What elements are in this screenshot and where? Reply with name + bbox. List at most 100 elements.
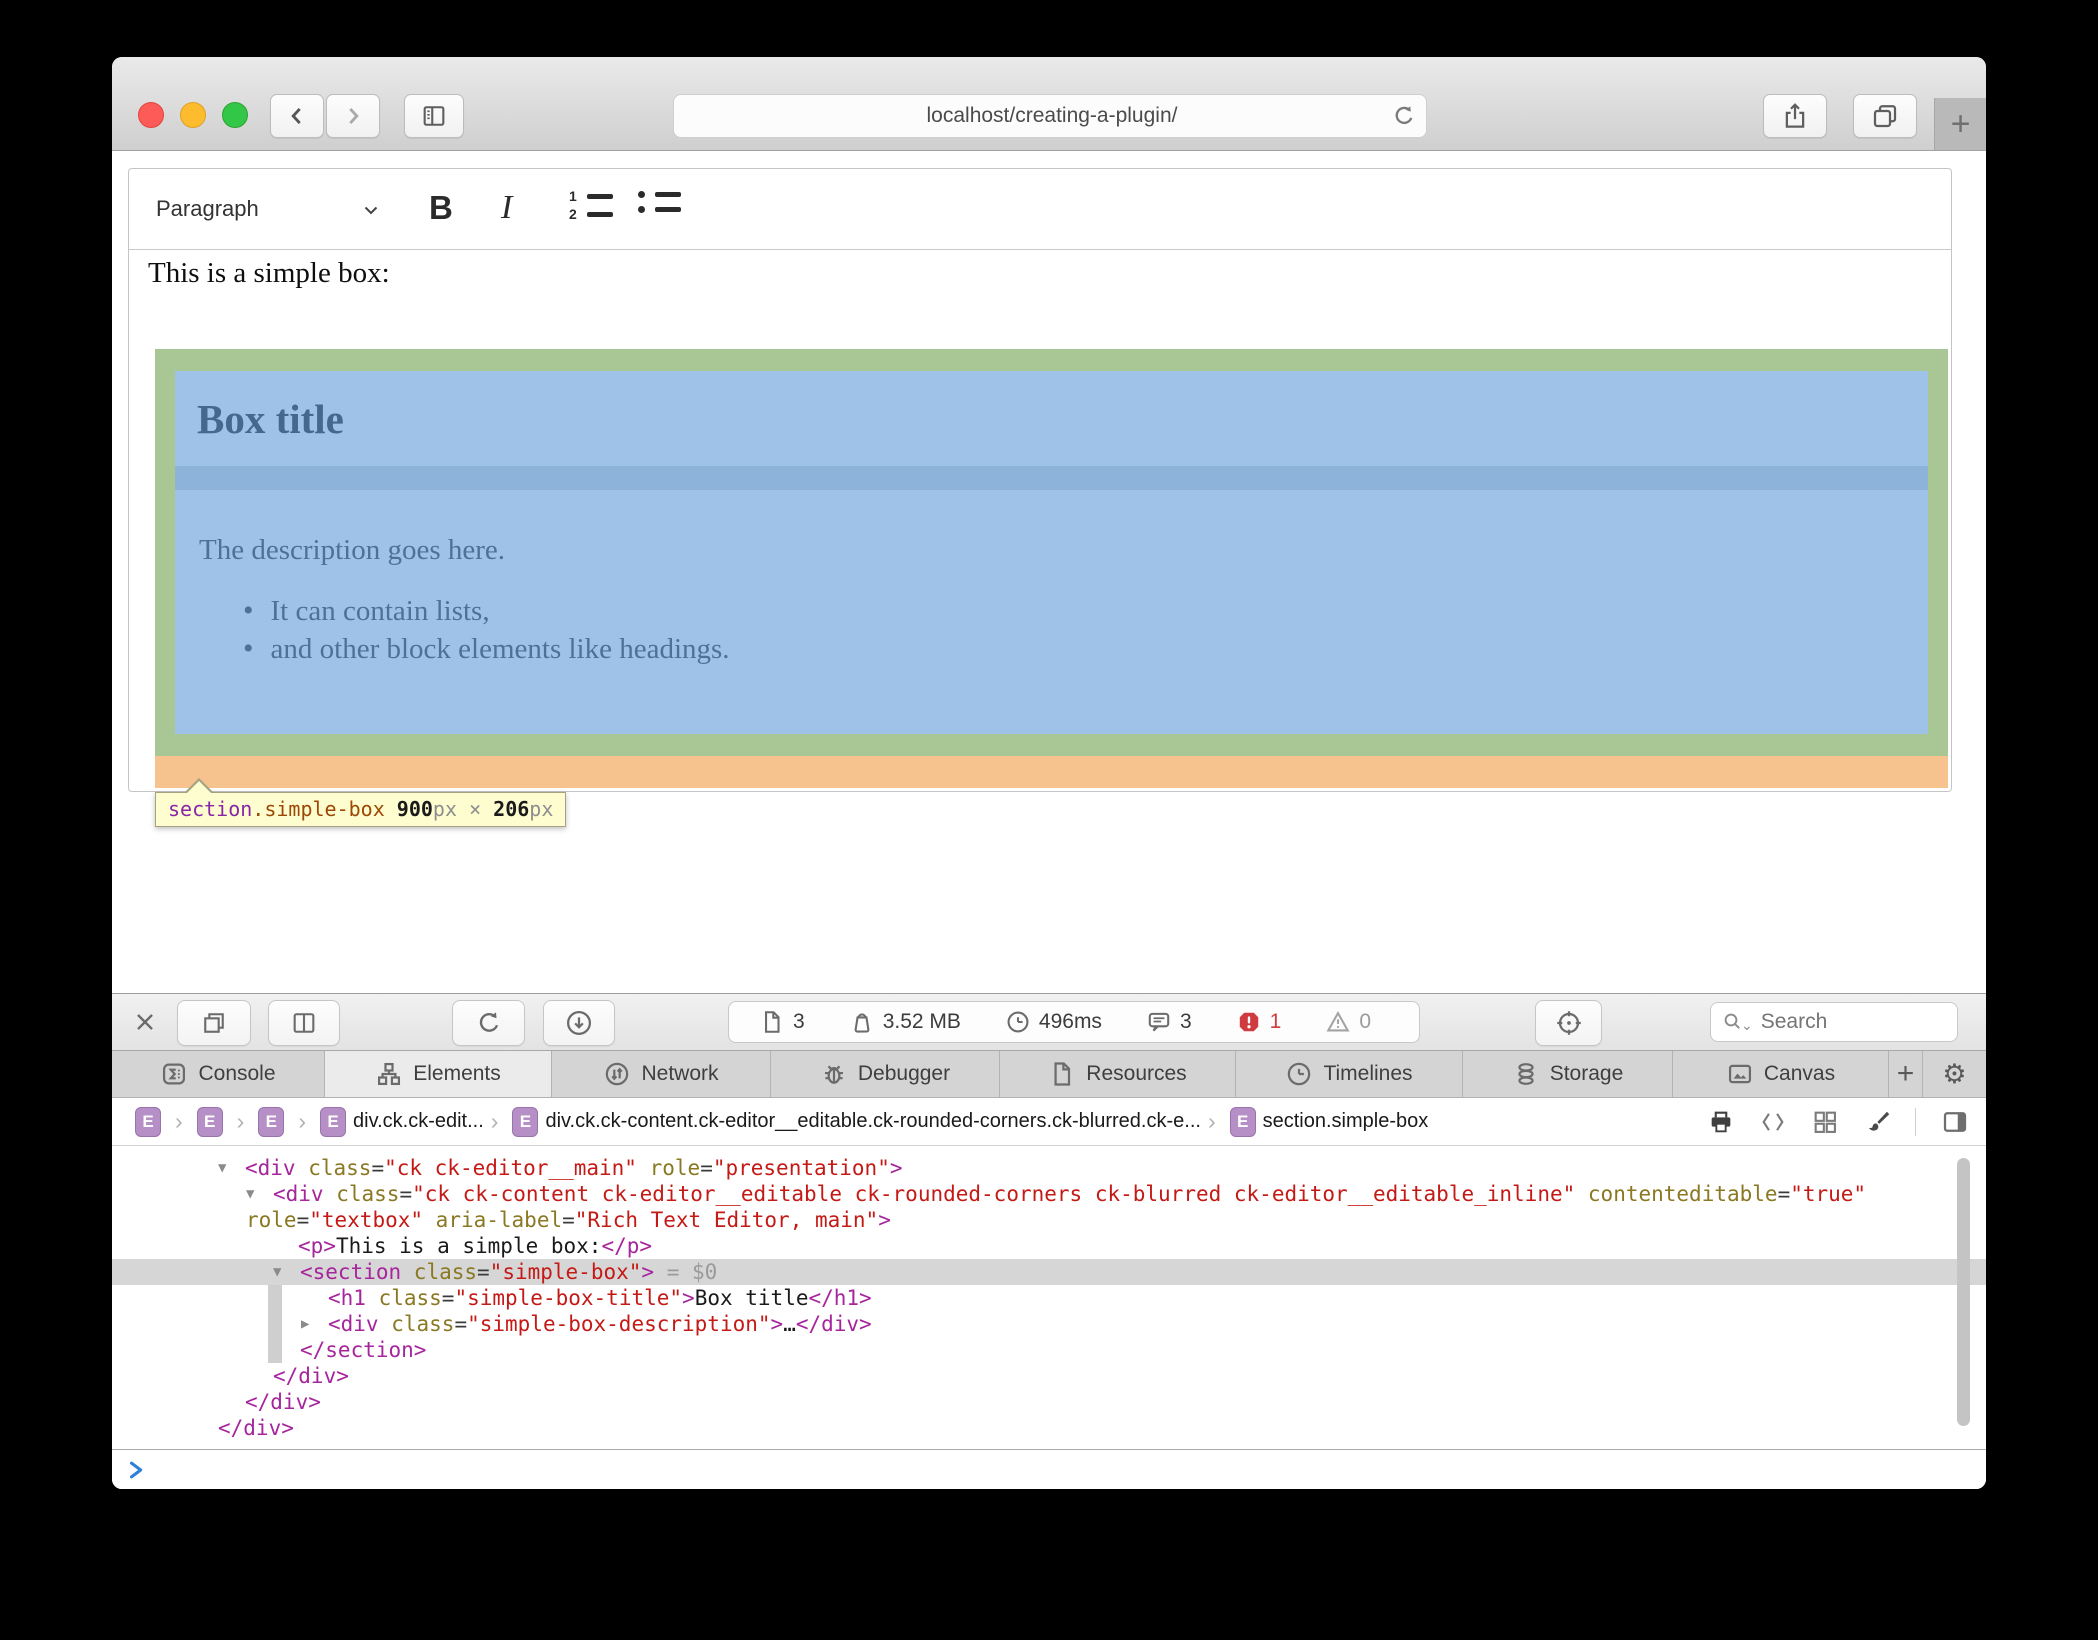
document-badge[interactable]: 3 <box>759 1009 805 1035</box>
tab-debugger[interactable]: Debugger <box>771 1051 1000 1097</box>
tab-console[interactable]: Console <box>112 1051 325 1097</box>
tab-network[interactable]: Network <box>552 1051 771 1097</box>
desktop: { "colors":{ "highlight_padding_green":"… <box>0 0 2098 1640</box>
intro-paragraph[interactable]: This is a simple box: <box>148 257 390 290</box>
search-input[interactable] <box>1759 1009 1923 1035</box>
sidebar-toggle-button[interactable] <box>404 94 464 138</box>
chevron-right-icon: › <box>298 1108 306 1135</box>
reload-icon[interactable] <box>1390 102 1418 130</box>
element-badge-icon: E <box>1230 1107 1256 1137</box>
tab-storage[interactable]: Storage <box>1463 1051 1673 1097</box>
paragraph-dropdown[interactable]: Paragraph <box>156 169 259 249</box>
weight-badge[interactable]: 3.52 MB <box>849 1009 961 1035</box>
inspector-settings-button[interactable]: ⚙ <box>1923 1051 1986 1097</box>
tab-canvas[interactable]: Canvas <box>1673 1051 1889 1097</box>
dom-tree-row[interactable]: </div> <box>112 1363 1986 1389</box>
dom-tree[interactable]: ▼<div class="ck ck-editor__main" role="p… <box>112 1146 1986 1449</box>
syntax-tag: </div> <box>218 1416 294 1440</box>
box-list-item[interactable]: It can contain lists, <box>243 592 730 630</box>
download-icon <box>564 1008 594 1038</box>
code-brackets-button[interactable] <box>1759 1108 1787 1136</box>
clock-badge[interactable]: 496ms <box>1005 1009 1102 1035</box>
syntax-tag: > <box>890 1156 903 1180</box>
inspect-highlight-title-block: Box title <box>175 371 1928 466</box>
disclosure-open-icon[interactable]: ▼ <box>218 1155 226 1181</box>
address-bar[interactable] <box>673 94 1427 138</box>
tab-resources[interactable]: Resources <box>1000 1051 1236 1097</box>
inspector-reload-button[interactable] <box>452 1000 525 1046</box>
show-tabs-button[interactable] <box>1853 94 1917 138</box>
share-button[interactable] <box>1763 94 1827 138</box>
breadcrumb-item[interactable]: section.simple-box <box>1263 1110 1429 1133</box>
syntax-val: "true" <box>1790 1182 1866 1206</box>
disclosure-open-icon[interactable]: ▼ <box>273 1259 281 1285</box>
box-list-item[interactable]: and other block elements like headings. <box>243 630 730 668</box>
dom-tree-row[interactable]: ▼<div class="ck ck-content ck-editor__ed… <box>112 1181 1986 1207</box>
dom-tree-row[interactable]: <p>This is a simple box:</p> <box>112 1233 1986 1259</box>
breadcrumb-item[interactable]: div.ck.ck-content.ck-editor__editable.ck… <box>545 1110 1200 1133</box>
download-page-button[interactable] <box>543 1000 615 1046</box>
inspector-search-field[interactable]: ⌄ <box>1710 1002 1958 1042</box>
box-description[interactable]: The description goes here. <box>199 534 505 567</box>
chevron-right-icon: › <box>1208 1108 1216 1135</box>
inspector-toolbar: 3 3.52 MB 496ms 3 1 0 ⌄ <box>112 994 1986 1050</box>
search-options-chevron-icon[interactable]: ⌄ <box>1741 1017 1753 1034</box>
detach-inspector-button[interactable] <box>177 1000 251 1046</box>
close-window-button[interactable] <box>138 102 164 128</box>
dom-tree-row[interactable]: </div> <box>112 1415 1986 1441</box>
dom-tree-row[interactable]: ▼<section class="simple-box"> = $0 <box>112 1259 1986 1285</box>
print-styles-button[interactable] <box>1707 1108 1735 1136</box>
breadcrumb-item[interactable]: div.ck.ck-edit... <box>353 1110 484 1133</box>
warning-badge[interactable]: 0 <box>1325 1009 1371 1035</box>
chevron-left-icon <box>284 103 310 129</box>
syntax-eq: = <box>399 1182 412 1206</box>
resources-icon <box>1048 1060 1076 1088</box>
syntax-attr: class <box>366 1286 442 1310</box>
element-badge-icon: E <box>197 1107 223 1137</box>
details-sidebar-toggle[interactable] <box>1940 1107 1970 1137</box>
grid-overlay-button[interactable] <box>1811 1108 1839 1136</box>
tab-label: Elements <box>413 1062 501 1086</box>
dom-tree-row[interactable]: </section> <box>112 1337 1986 1363</box>
editor-toolbar: Paragraph B I 1 2 <box>129 169 1951 250</box>
box-title[interactable]: Box title <box>197 395 344 443</box>
numbered-list-button[interactable]: 1 2 <box>569 191 613 219</box>
dom-tree-row[interactable]: ▼<div class="ck ck-editor__main" role="p… <box>112 1155 1986 1181</box>
tab-timelines[interactable]: Timelines <box>1236 1051 1463 1097</box>
dom-tree-row[interactable]: <h1 class="simple-box-title">Box title</… <box>112 1285 1986 1311</box>
scrollbar-thumb[interactable] <box>1957 1158 1970 1426</box>
dock-side-button[interactable] <box>268 1000 340 1046</box>
minimize-window-button[interactable] <box>180 102 206 128</box>
disclosure-closed-icon[interactable]: ▶ <box>301 1311 309 1337</box>
new-tab-button[interactable]: + <box>1934 98 1986 150</box>
syntax-tag: > <box>641 1260 654 1284</box>
forward-button[interactable] <box>326 94 380 138</box>
dom-tree-row[interactable]: role="textbox" aria-label="Rich Text Edi… <box>112 1207 1986 1233</box>
disclosure-open-icon[interactable]: ▼ <box>246 1181 254 1207</box>
syntax-eq: = <box>454 1312 467 1336</box>
speech-badge[interactable]: 3 <box>1146 1009 1192 1035</box>
paintbrush-button[interactable] <box>1863 1108 1891 1136</box>
bold-button[interactable]: B <box>429 169 453 247</box>
zoom-window-button[interactable] <box>222 102 248 128</box>
bulleted-list-button[interactable] <box>637 191 681 213</box>
url-input[interactable] <box>674 95 1430 137</box>
tab-elements[interactable]: Elements <box>325 1051 552 1097</box>
console-prompt[interactable] <box>112 1449 1986 1489</box>
add-tab-button[interactable]: + <box>1889 1051 1923 1097</box>
chevron-down-icon[interactable] <box>359 198 383 222</box>
box-list[interactable]: It can contain lists,and other block ele… <box>243 592 730 668</box>
gear-icon: ⚙ <box>1942 1059 1966 1090</box>
back-button[interactable] <box>270 94 324 138</box>
dom-tree-row[interactable]: ▶<div class="simple-box-description">…</… <box>112 1311 1986 1337</box>
syntax-tag: > <box>682 1286 695 1310</box>
close-inspector-button[interactable] <box>132 1009 158 1035</box>
italic-button[interactable]: I <box>501 169 512 247</box>
element-picker-button[interactable] <box>1535 1000 1602 1046</box>
web-inspector: 3 3.52 MB 496ms 3 1 0 ⌄ Console Elements Networ… <box>112 993 1986 1489</box>
tab-label: Console <box>198 1062 275 1086</box>
syntax-tag: </div> <box>273 1364 349 1388</box>
error-badge[interactable]: 1 <box>1236 1009 1282 1035</box>
syntax-tag: </p> <box>601 1234 652 1258</box>
dom-tree-row[interactable]: </div> <box>112 1389 1986 1415</box>
